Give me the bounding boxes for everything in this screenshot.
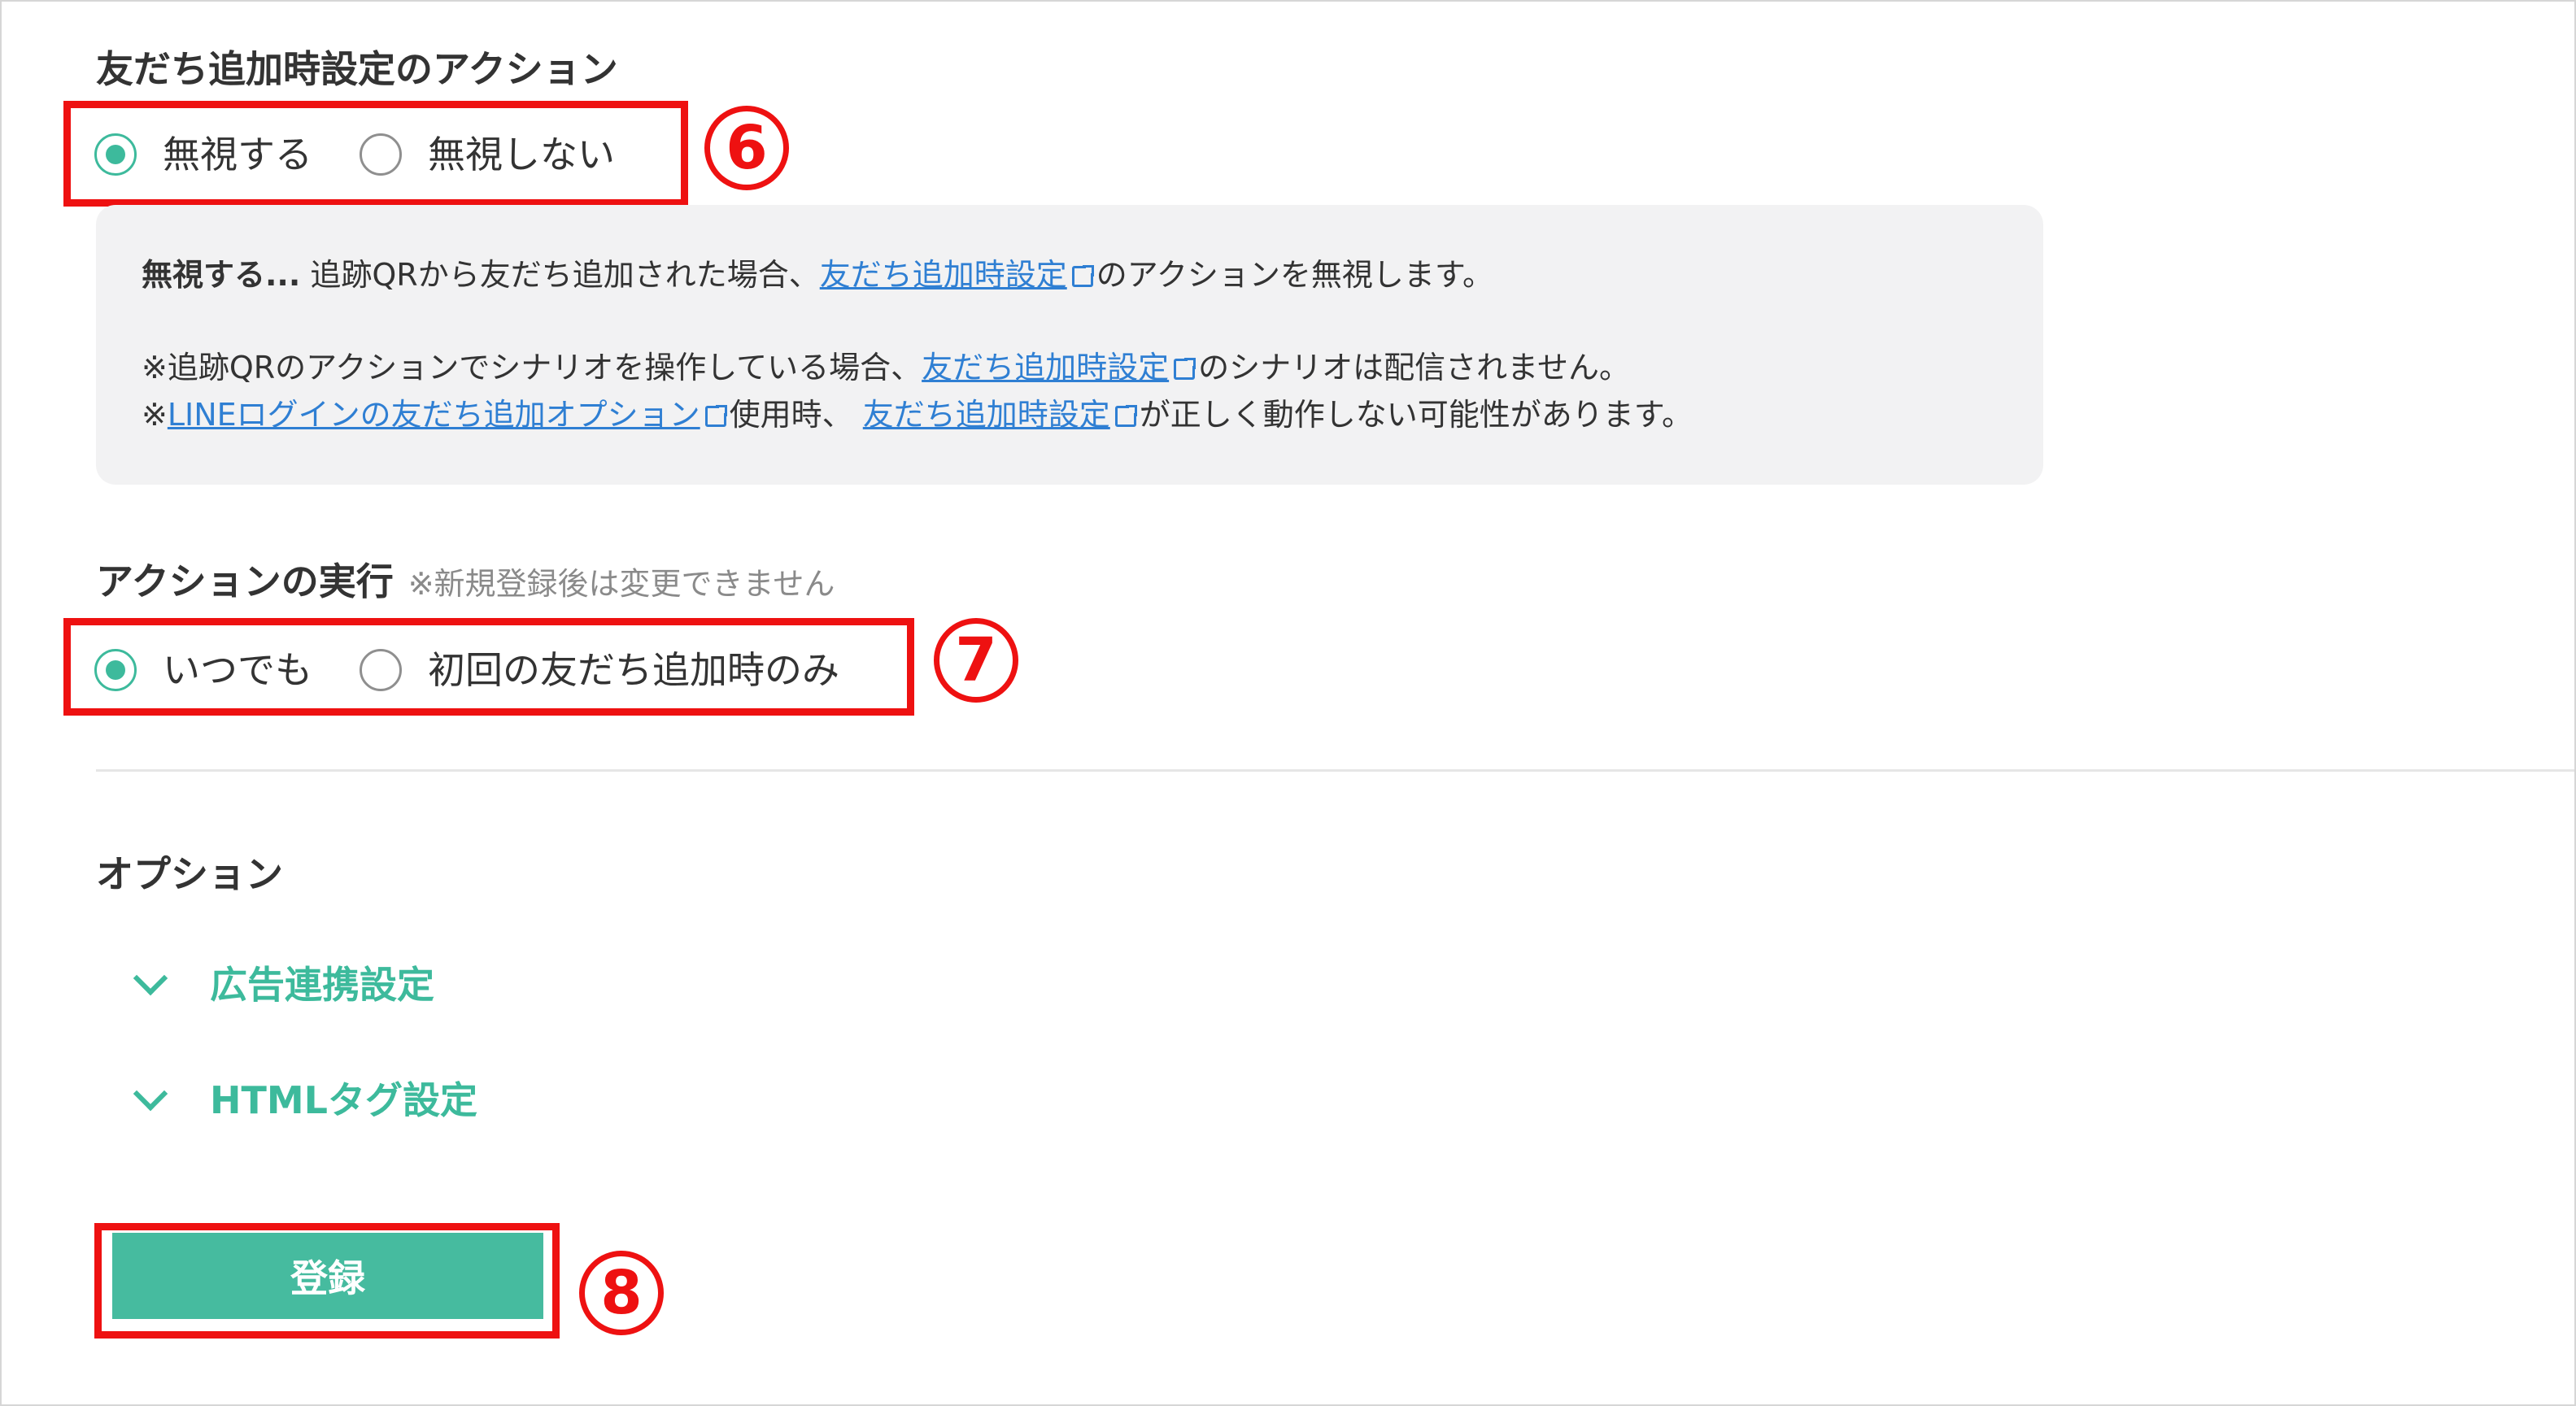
section-divider: [96, 769, 2574, 772]
action-execution-title: アクションの実行 ※新規登録後は変更できません: [96, 563, 835, 600]
annotation-number-7: 7: [934, 618, 1018, 703]
highlight-box-8: [94, 1223, 560, 1339]
options-title: オプション: [96, 852, 283, 896]
friend-add-settings-link-3[interactable]: 友だち追加時設定: [863, 397, 1110, 433]
friend-add-settings-link-2[interactable]: 友だち追加時設定: [922, 350, 1169, 385]
info-line-2: ※追跡QRのアクションでシナリオを操作している場合、友だち追加時設定 のシナリオは…: [142, 348, 2043, 387]
external-link-icon: [1114, 403, 1139, 427]
external-link-icon: [1174, 356, 1198, 380]
annotation-number-6: 6: [704, 106, 789, 190]
info-line-2-text-b: のシナリオは配信されません。: [1198, 350, 1631, 385]
action-execution-note: ※新規登録後は変更できません: [408, 566, 835, 602]
chevron-down-icon[interactable]: [133, 960, 168, 996]
ad-integration-label: 広告連携設定: [210, 963, 434, 1007]
info-ignore-bold: 無視する...: [142, 257, 301, 293]
chevron-down-icon[interactable]: [133, 1076, 168, 1112]
highlight-box-6: [63, 101, 688, 207]
info-line-1: 無視する... 追跡QRから友だち追加された場合、友だち追加時設定 のアクションを…: [142, 255, 2043, 294]
info-line-3: ※LINEログインの友だち追加オプション 使用時、 友だち追加時設定 が正しく動作し…: [142, 395, 2043, 434]
highlight-box-7: [63, 618, 914, 716]
friend-add-settings-link-1[interactable]: 友だち追加時設定: [820, 257, 1067, 293]
external-link-icon: [1071, 263, 1096, 287]
info-line-3-text-a: ※: [142, 397, 168, 433]
annotation-number-8: 8: [579, 1251, 664, 1335]
html-tag-accordion[interactable]: HTMLタグ設定: [133, 1076, 477, 1122]
html-tag-label: HTMLタグ設定: [210, 1078, 477, 1122]
line-login-option-link[interactable]: LINEログインの友だち追加オプション: [168, 397, 700, 433]
info-line-1-text-a: 追跡QRから友だち追加された場合、: [300, 257, 820, 293]
action-execution-title-text: アクションの実行: [96, 559, 394, 603]
info-line-2-text-a: ※追跡QRのアクションでシナリオを操作している場合、: [142, 350, 922, 385]
friend-add-action-title: 友だち追加時設定のアクション: [96, 47, 618, 91]
info-line-3-text-b: 使用時、: [729, 397, 863, 433]
info-line-3-text-c: が正しく動作しない可能性があります。: [1139, 397, 1693, 433]
info-box: 無視する... 追跡QRから友だち追加された場合、友だち追加時設定 のアクションを…: [96, 205, 2043, 485]
ad-integration-accordion[interactable]: 広告連携設定: [133, 960, 434, 1007]
info-line-1-text-b: のアクションを無視します。: [1096, 257, 1494, 293]
external-link-icon: [704, 403, 729, 427]
